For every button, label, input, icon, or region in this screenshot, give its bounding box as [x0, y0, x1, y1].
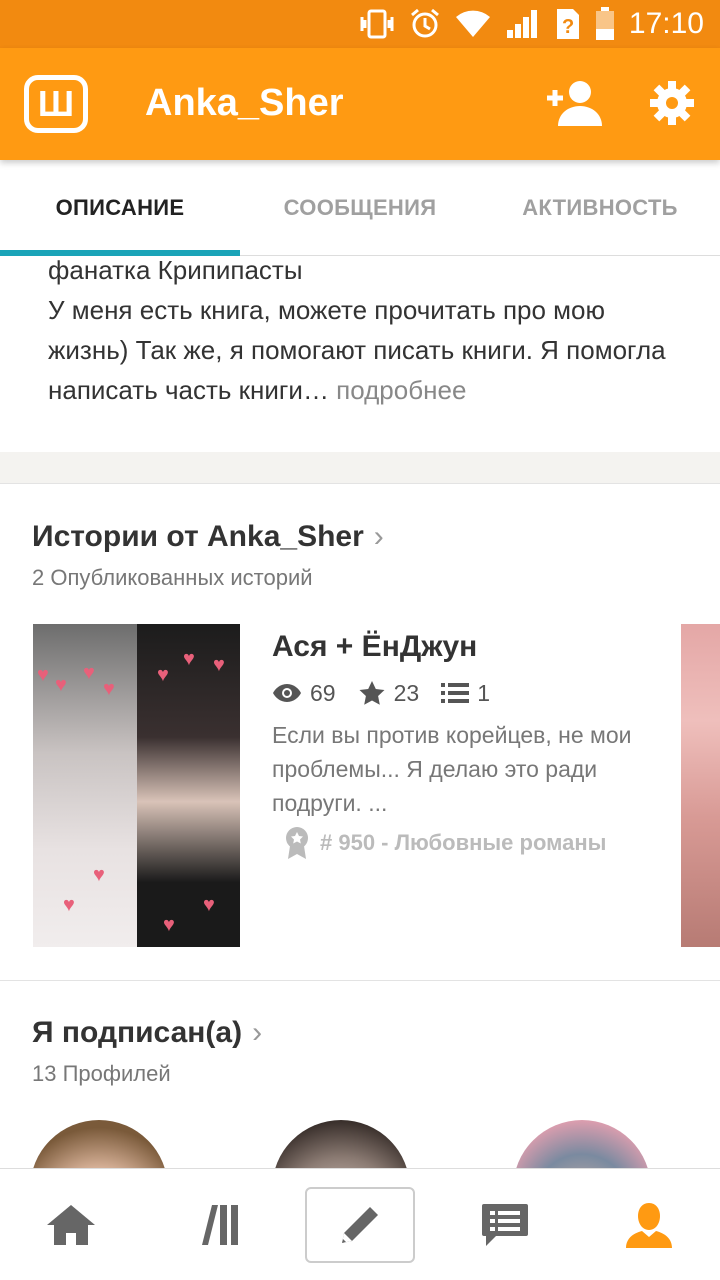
next-story-cover[interactable] [681, 624, 720, 947]
parts-count: 1 [477, 679, 490, 706]
tab-indicator [0, 250, 240, 256]
story-title[interactable]: Ася + ЁнДжун [272, 630, 477, 664]
story-stats: 69 23 1 [272, 676, 512, 710]
views-count: 69 [310, 679, 336, 706]
app-bar: Ш Anka_Sher [0, 48, 720, 160]
profile-description: фанатка Крипипасты У меня есть книга, мо… [0, 256, 720, 452]
following-count: 13 Профилей [32, 1061, 171, 1086]
profile-tabs: ОПИСАНИЕ СООБЩЕНИЯ АКТИВНОСТЬ [0, 160, 720, 256]
messages-icon [482, 1204, 528, 1246]
signal-icon [506, 10, 537, 38]
star-icon [359, 681, 385, 705]
sim-unknown-icon: ? [556, 9, 579, 39]
stories-count: 2 Опубликованных историй [32, 565, 313, 590]
nav-messages[interactable] [450, 1187, 560, 1263]
story-cover[interactable]: ♥ ♥ ♥ ♥ ♥ ♥ ♥ ♥ ♥ ♥ ♥ [33, 624, 240, 947]
nav-library[interactable] [162, 1187, 272, 1263]
alarm-icon [410, 8, 439, 38]
section-separator [0, 980, 720, 981]
chevron-right-icon: › [252, 1016, 263, 1049]
chevron-right-icon: › [373, 520, 384, 553]
tab-activity[interactable]: АКТИВНОСТЬ [480, 160, 720, 256]
status-time: 17:10 [628, 7, 704, 40]
eye-icon [273, 684, 301, 702]
gear-icon[interactable] [649, 80, 695, 126]
ribbon-icon [286, 827, 308, 859]
wattpad-logo[interactable]: Ш [24, 75, 88, 133]
battery-icon [595, 7, 614, 40]
nav-profile[interactable] [594, 1187, 704, 1263]
description-ellipsis: … [302, 375, 329, 405]
nav-home[interactable] [16, 1187, 126, 1263]
library-icon [202, 1205, 238, 1245]
status-bar: ? 17:10 [0, 0, 720, 48]
bottom-navigation [0, 1168, 720, 1280]
following-section-title: Я подписан(а) [32, 1016, 243, 1049]
story-description: Если вы против корейцев, не мои проблемы… [272, 722, 632, 816]
nav-write[interactable] [305, 1187, 415, 1263]
list-icon [441, 683, 470, 703]
stories-section-header[interactable]: Истории от Anka_Sher › [32, 520, 384, 554]
tab-messages[interactable]: СООБЩЕНИЯ [240, 160, 480, 256]
profile-icon [626, 1203, 672, 1248]
vibrate-icon [360, 9, 394, 39]
following-section-header[interactable]: Я подписан(а) › [32, 1016, 262, 1050]
stories-section-title: Истории от Anka_Sher [32, 520, 364, 553]
tab-description[interactable]: ОПИСАНИЕ [0, 160, 240, 256]
wifi-icon [455, 10, 490, 37]
story-rank: # 950 - Любовные романы [284, 826, 606, 860]
add-user-icon[interactable] [544, 78, 604, 128]
page-title: Anka_Sher [145, 82, 344, 124]
section-divider [0, 452, 720, 484]
read-more-link[interactable]: подробнее [336, 375, 466, 405]
home-icon [47, 1205, 95, 1245]
svg-text:?: ? [562, 16, 574, 38]
pencil-icon [342, 1207, 378, 1243]
story-rank-text: # 950 - Любовные романы [320, 830, 607, 855]
votes-count: 23 [393, 679, 420, 706]
